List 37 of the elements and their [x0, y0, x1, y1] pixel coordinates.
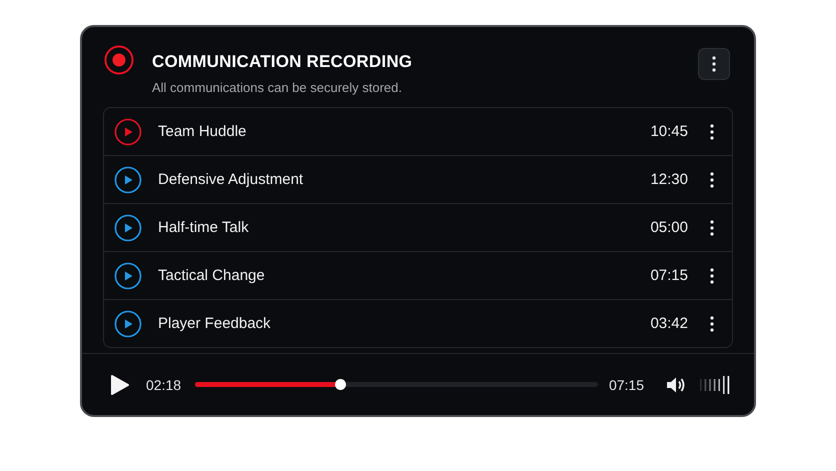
card-subtitle: All communications can be securely stored.: [152, 80, 404, 95]
recording-name: Tactical Change: [158, 267, 266, 284]
elapsed-time: 02:18: [146, 376, 182, 392]
record-icon: [104, 45, 134, 75]
recording-duration: 03:42: [650, 315, 688, 332]
more-icon: [710, 220, 714, 236]
card-title: COMMUNICATION RECORDING: [152, 52, 414, 72]
more-icon: [710, 316, 714, 332]
recording-duration: 10:45: [650, 123, 688, 140]
progress-thumb[interactable]: [334, 379, 346, 390]
recording-duration: 05:00: [650, 219, 688, 236]
recording-row[interactable]: Player Feedback 03:42: [104, 299, 732, 347]
recording-name: Team Huddle: [158, 123, 248, 140]
play-icon[interactable]: [114, 214, 142, 242]
more-icon: [710, 268, 714, 284]
recording-row[interactable]: Defensive Adjustment 12:30: [104, 155, 732, 203]
recording-name: Player Feedback: [158, 315, 272, 332]
volume-bars-icon[interactable]: [699, 374, 732, 394]
progress-track[interactable]: [195, 382, 598, 387]
play-icon[interactable]: [114, 310, 142, 338]
menu-button[interactable]: [698, 48, 730, 80]
recording-duration: 07:15: [650, 267, 688, 284]
volume-icon[interactable]: [666, 376, 686, 394]
more-icon: [712, 56, 716, 72]
recording-duration: 12:30: [650, 171, 688, 188]
play-icon[interactable]: [114, 118, 142, 146]
total-time: 07:15: [608, 376, 644, 392]
play-button[interactable]: [110, 374, 130, 396]
recording-row[interactable]: Tactical Change 07:15: [104, 251, 732, 299]
recording-row[interactable]: Half-time Talk 05:00: [104, 203, 732, 251]
play-icon[interactable]: [114, 262, 142, 290]
recording-name: Defensive Adjustment: [158, 171, 304, 188]
more-icon: [710, 172, 714, 188]
recording-row[interactable]: Team Huddle 10:45: [104, 108, 732, 155]
play-icon[interactable]: [114, 166, 142, 194]
recording-name: Half-time Talk: [158, 219, 250, 236]
more-icon: [710, 124, 714, 140]
